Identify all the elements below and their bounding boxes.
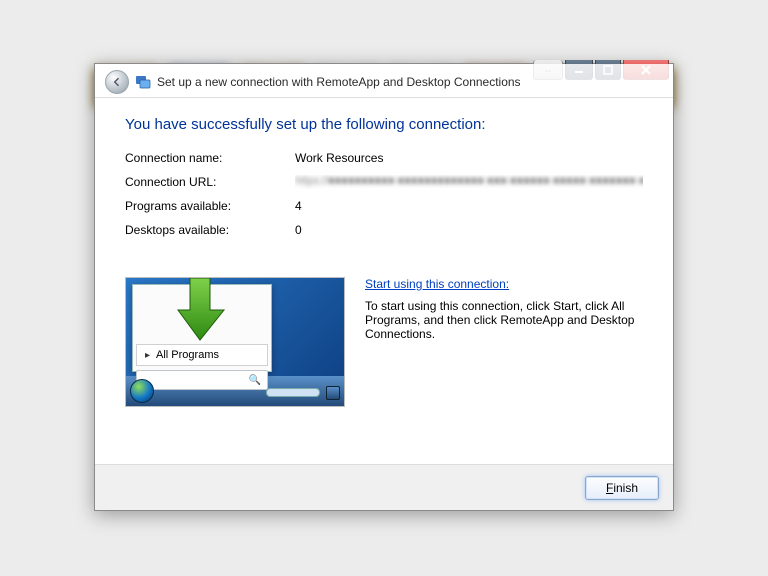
instruction-block: Start using this connection: To start us…: [365, 277, 643, 407]
start-search-box: 🔍: [136, 370, 268, 390]
all-programs-item: All Programs: [136, 344, 268, 366]
down-arrow-icon: [168, 277, 232, 346]
wizard-title: Set up a new connection with RemoteApp a…: [157, 75, 521, 89]
connection-details: Connection name: Work Resources Connecti…: [125, 151, 643, 247]
desktops-available-label: Desktops available:: [125, 223, 295, 237]
wizard-window: ⇔ Set up a new connection with RemoteApp…: [94, 63, 674, 511]
search-icon: 🔍: [249, 375, 261, 386]
wizard-header: Set up a new connection with RemoteApp a…: [95, 64, 673, 98]
connection-url-label: Connection URL:: [125, 175, 295, 189]
desktops-available-value: 0: [295, 223, 643, 237]
page-heading: You have successfully set up the followi…: [125, 116, 643, 133]
connection-name-label: Connection name:: [125, 151, 295, 165]
start-using-link[interactable]: Start using this connection:: [365, 277, 509, 291]
start-menu-illustration: All Programs 🔍: [125, 277, 345, 407]
programs-available-value: 4: [295, 199, 643, 213]
instruction-text: To start using this connection, click St…: [365, 299, 643, 341]
connection-url-value: https://■■■■■■■■■■ ■■■■■■■■■■■■■ ■■■ ■■■…: [295, 175, 643, 189]
finish-button[interactable]: Finish: [585, 476, 659, 500]
wizard-footer: Finish: [95, 464, 673, 510]
programs-available-label: Programs available:: [125, 199, 295, 213]
connection-name-value: Work Resources: [295, 151, 643, 165]
start-orb-icon: [130, 379, 154, 403]
remoteapp-icon: [135, 74, 151, 90]
back-button[interactable]: [105, 70, 129, 94]
